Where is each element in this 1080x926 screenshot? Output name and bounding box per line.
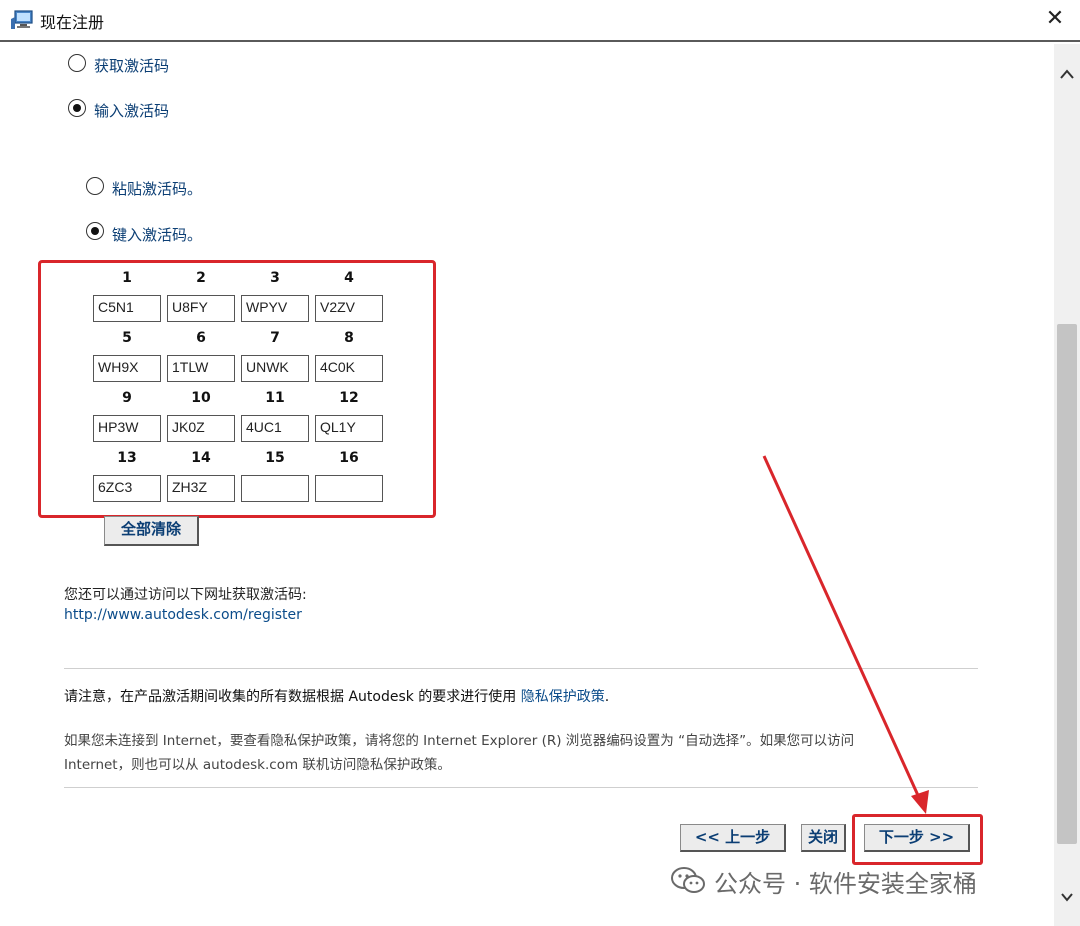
scroll-down-icon[interactable] [1054, 882, 1080, 912]
scroll-up-icon[interactable] [1054, 58, 1080, 88]
scrollbar-thumb[interactable] [1057, 324, 1077, 844]
app-icon [11, 10, 33, 29]
vertical-scrollbar[interactable] [1054, 44, 1080, 926]
watermark-text: 公众号 · 软件安装全家桶 [714, 870, 977, 898]
annotation-arrow [762, 455, 929, 814]
activation-dialog: 现在注册 ✕ 获取激活码 输入激活码 粘贴激活码。 键入激活码。 1 2 3 4 [0, 0, 1080, 926]
content-area: 获取激活码 输入激活码 粘贴激活码。 键入激活码。 1 2 3 4 C5N1 U… [0, 44, 1054, 926]
wechat-icon [671, 867, 705, 893]
window-title: 现在注册 [40, 13, 105, 32]
title-bar: 现在注册 ✕ [0, 0, 1080, 42]
close-window-icon[interactable]: ✕ [1040, 4, 1070, 34]
